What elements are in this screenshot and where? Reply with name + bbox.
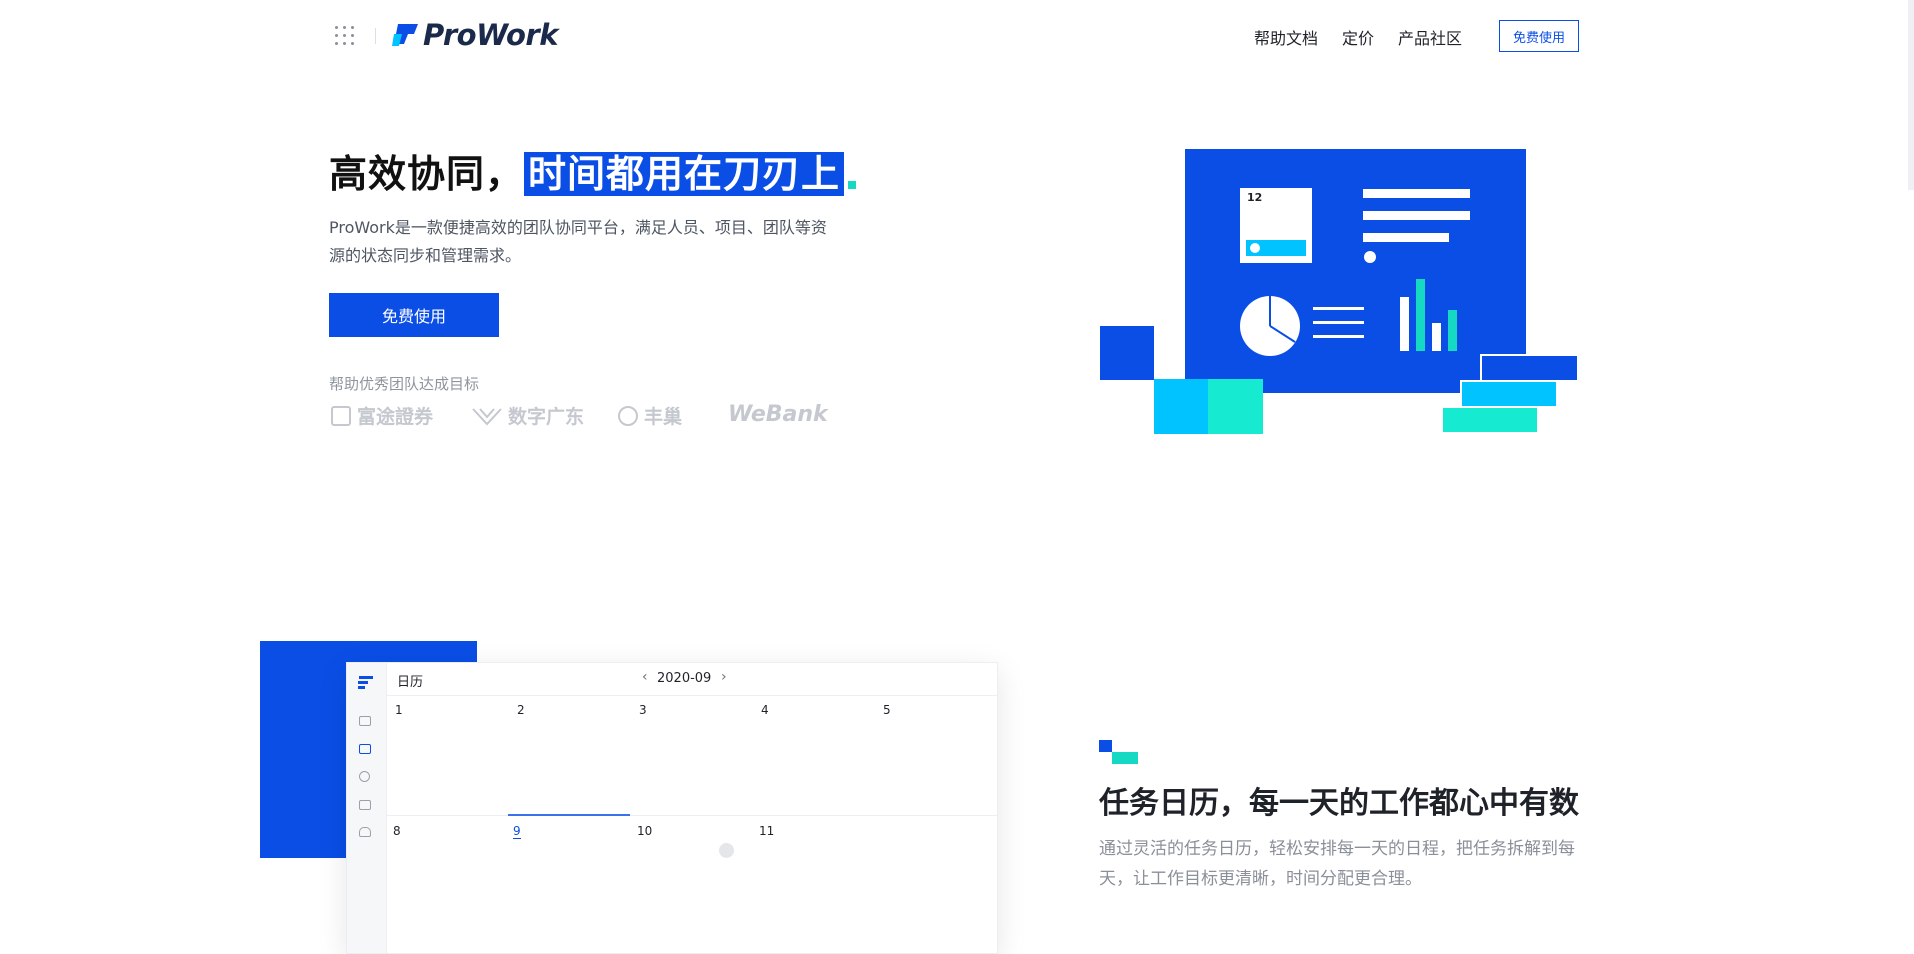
- hero-free-trial-button[interactable]: 免费使用: [329, 293, 499, 337]
- calendar-day[interactable]: 2: [517, 703, 525, 717]
- clients-label: 帮助优秀团队达成目标: [329, 375, 480, 393]
- client-logo-digital-guangdong: 数字广东: [472, 402, 584, 429]
- header-divider: [375, 28, 376, 44]
- ill-dashboard-panel: [1185, 149, 1526, 393]
- prev-month-icon[interactable]: ‹: [642, 669, 648, 685]
- ill-pie-chart-icon: [1240, 296, 1300, 356]
- ill-block-blue-left: [1100, 326, 1154, 380]
- title-accent-dot: [848, 181, 857, 189]
- calendar-month: 2020-09: [657, 671, 712, 686]
- calendar-day[interactable]: 3: [639, 703, 647, 717]
- calendar-row-divider: [386, 815, 997, 816]
- hero-title: 高效协同， 时间都用在刀刃上: [329, 143, 857, 198]
- ill-line-3: [1363, 233, 1449, 242]
- feature-accent-square-cyan: [1112, 752, 1138, 764]
- calendar-icon[interactable]: [359, 744, 371, 754]
- calendar-day-today[interactable]: 9: [513, 824, 521, 839]
- calendar-day[interactable]: 11: [759, 824, 774, 838]
- hero-title-highlight: 时间都用在刀刃上: [524, 152, 845, 196]
- ill-date-card: 12: [1240, 188, 1312, 263]
- clock-icon[interactable]: [359, 771, 370, 782]
- nav-help-docs[interactable]: 帮助文档: [1254, 25, 1318, 49]
- calendar-day[interactable]: 10: [637, 824, 652, 838]
- ill-check-circle-icon: [1364, 251, 1376, 263]
- brand-name[interactable]: ProWork: [423, 18, 559, 52]
- futu-logo-icon: [331, 405, 351, 426]
- ill-line-1: [1363, 189, 1470, 198]
- calendar-day[interactable]: 1: [395, 703, 403, 717]
- ill-bar-2: [1416, 279, 1425, 351]
- ill-list-line-3: [1313, 335, 1364, 338]
- ill-block-cyan-right: [1441, 406, 1539, 434]
- calendar-sidebar: [347, 663, 387, 953]
- prowork-logo-icon[interactable]: [392, 22, 422, 50]
- nav-community[interactable]: 产品社区: [1398, 25, 1462, 49]
- digital-guangdong-logo-icon: [472, 407, 502, 425]
- feature-description: 通过灵活的任务日历，轻松安排每一天的日程，把任务拆解到每天，让工作目标更清晰，时…: [1099, 839, 1575, 889]
- ill-bar-4: [1448, 310, 1457, 351]
- ill-date-number: 12: [1247, 191, 1263, 204]
- ill-line-2: [1363, 211, 1470, 220]
- ill-block-blue-right: [1480, 354, 1579, 382]
- client-logo-futu: 富途證券: [331, 402, 433, 429]
- calendar-header-divider: [386, 695, 997, 696]
- ill-block-cyan: [1208, 379, 1263, 434]
- bell-icon[interactable]: [359, 827, 371, 837]
- nav-pricing[interactable]: 定价: [1342, 25, 1374, 49]
- feature-title: 任务日历，每一天的工作都心中有数: [1099, 786, 1579, 821]
- ill-block-sky-right: [1460, 380, 1558, 408]
- calendar-day[interactable]: 8: [393, 824, 401, 838]
- hero-description: ProWork是一款便捷高效的团队协同平台，满足人员、项目、团队等资源的状态同步…: [329, 218, 827, 265]
- task-check-icon[interactable]: [359, 716, 371, 726]
- calendar-day[interactable]: 4: [761, 703, 769, 717]
- next-month-icon[interactable]: ›: [721, 669, 727, 685]
- ill-check-icon: [1250, 243, 1260, 253]
- header-free-trial-button[interactable]: 免费使用: [1499, 20, 1579, 52]
- ill-block-sky: [1154, 379, 1209, 434]
- apps-grid-icon[interactable]: [335, 26, 355, 46]
- fengchao-logo-icon: [618, 405, 638, 426]
- client-logo-fengchao: 丰巢: [618, 402, 682, 429]
- ill-bar-3: [1432, 323, 1441, 351]
- ill-list-line-1: [1313, 307, 1364, 310]
- inbox-icon[interactable]: [359, 800, 371, 810]
- page-scrollbar[interactable]: [1908, 0, 1914, 190]
- cursor-indicator: [719, 843, 734, 858]
- hero-title-plain: 高效协同，: [329, 152, 525, 196]
- feature-accent-square-blue: [1099, 740, 1112, 752]
- ill-list-line-2: [1313, 321, 1364, 324]
- client-logo-webank: WeBank: [728, 402, 828, 427]
- calendar-preview-card: 日历 ‹ 2020-09 › 1 2 3 4 5 8 9 10 11: [346, 662, 998, 954]
- calendar-title: 日历: [397, 675, 424, 690]
- app-logo-icon[interactable]: [357, 675, 375, 691]
- ill-bar-1: [1400, 297, 1409, 351]
- calendar-day[interactable]: 5: [883, 703, 891, 717]
- calendar-today-indicator: [508, 814, 630, 816]
